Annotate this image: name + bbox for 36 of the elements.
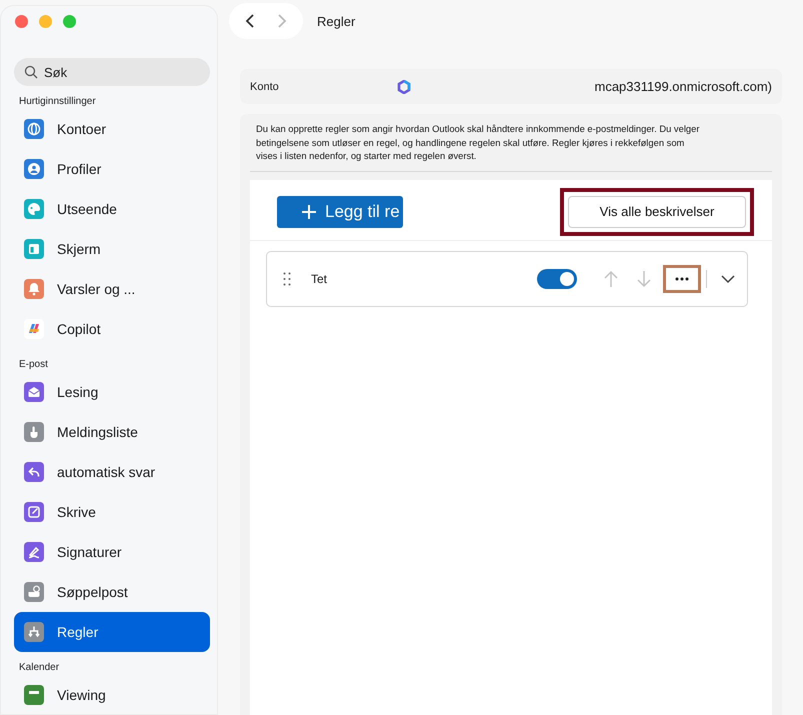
sidebar-item[interactable]: Signaturer [14,532,210,572]
sidebar-item[interactable]: Lesing [14,372,210,412]
sidebar-item[interactable]: Varsler og ... [14,269,210,309]
zoom-window-button[interactable] [63,15,76,28]
section-heading: Kalender [19,662,60,673]
account-email: mcap331199.onmicrosoft.com) [594,79,772,94]
arrow-down-icon[interactable] [636,270,652,288]
sidebar-item[interactable]: Viewing [14,675,210,715]
add-rule-button[interactable]: Legg til re [277,196,403,228]
sidebar-item[interactable]: Søppelpost [14,572,210,612]
sidebar-item[interactable]: automatisk svar [14,452,210,492]
arrow-up-icon[interactable] [603,270,619,288]
toggle-switch[interactable] [537,268,577,288]
rules-description: Du kan opprette regler som angir hvordan Outlook skal håndtere innkommende e-postmeldinger. Du velger betingelsene som utløser en regel, og handlingene regelen skal utføre. Regler kjøres i rekkefølgen som vises i listen nedenfor, og starter med regelen øverst. [250,122,772,172]
sidebar-item[interactable]: Profiler [14,149,210,189]
rule-name: Tet [311,272,328,286]
section-heading: E-post [19,359,49,370]
minimize-window-button[interactable] [39,15,52,28]
sidebar-item[interactable]: Skrive [14,492,210,532]
sidebar-item[interactable]: Regler [14,612,210,652]
close-window-button[interactable] [15,15,28,28]
show-all-descriptions-button[interactable]: Vis alle beskrivelser [568,196,746,228]
sidebar-item[interactable]: Meldingsliste [14,412,210,452]
sidebar-item[interactable]: Kontoer [14,109,210,149]
sidebar-item[interactable]: Copilot [14,309,210,349]
sidebar-item[interactable]: Skjerm [14,229,210,269]
sidebar-item[interactable]: Utseende [14,189,210,229]
section-heading: Hurtiginnstillinger [19,96,97,107]
drag-handle-icon[interactable] [283,272,291,286]
hexagon-logo-icon [397,80,411,94]
ellipsis-icon [675,276,689,280]
search-field[interactable]: Søk [14,58,210,86]
chevron-down-icon[interactable] [721,274,735,284]
plus-icon [301,204,317,220]
account-label: Konto [250,80,280,92]
page-title: Regler [317,14,356,28]
